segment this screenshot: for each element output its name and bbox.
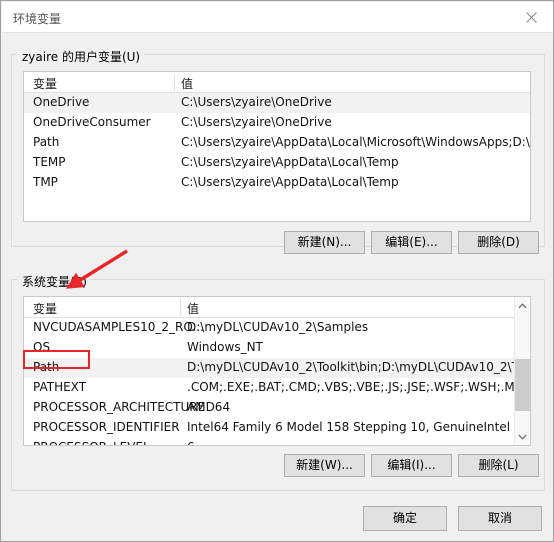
environment-variables-dialog: 环境变量 zyaire 的用户变量(U) 变量 值 OneDrive C:\Us… [0,0,554,542]
table-row[interactable]: TMP C:\Users\zyaire\AppData\Local\Temp [24,173,530,193]
window-title: 环境变量 [13,12,62,26]
title-divider [2,32,553,33]
system-var-value: AMD64 [187,400,231,414]
table-row[interactable]: Path C:\Users\zyaire\AppData\Local\Micro… [24,133,530,153]
table-row[interactable]: PATHEXT .COM;.EXE;.BAT;.CMD;.VBS;.VBE;.J… [24,378,514,398]
user-variables-list[interactable]: 变量 值 OneDrive C:\Users\zyaire\OneDrive O… [23,71,531,222]
user-var-value: C:\Users\zyaire\AppData\Local\Temp [181,155,399,169]
user-var-name: OneDrive [33,95,90,109]
user-var-value: C:\Users\zyaire\OneDrive [181,115,332,129]
user-var-value: C:\Users\zyaire\OneDrive [181,95,332,109]
new-system-variable-button[interactable]: 新建(W)... [284,454,365,477]
close-icon [525,11,537,23]
table-row[interactable]: OneDriveConsumer C:\Users\zyaire\OneDriv… [24,113,530,133]
system-var-name: PROCESSOR_ARCHITECTURE [33,400,206,414]
scroll-down-button[interactable] [515,428,530,445]
user-col-divider[interactable] [174,74,175,91]
user-list-rows: OneDrive C:\Users\zyaire\OneDrive OneDri… [24,93,530,221]
table-row[interactable]: PROCESSOR_LEVEL 6 [24,438,514,445]
user-col-name[interactable]: 变量 [33,75,57,92]
system-col-name[interactable]: 变量 [33,300,57,317]
edit-system-variable-button[interactable]: 编辑(I)... [371,454,452,477]
system-var-name: PATHEXT [33,380,87,394]
user-variables-label: zyaire 的用户变量(U) [18,48,145,65]
system-list-rows: NVCUDASAMPLES10_2_RO... D:\myDL\CUDAv10_… [24,318,514,445]
table-row[interactable]: OneDrive C:\Users\zyaire\OneDrive [24,93,530,113]
table-row[interactable]: TEMP C:\Users\zyaire\AppData\Local\Temp [24,153,530,173]
user-var-value: C:\Users\zyaire\AppData\Local\Temp [181,175,399,189]
system-variables-label: 系统变量(S) [18,273,91,290]
system-var-value: Intel64 Family 6 Model 158 Stepping 10, … [187,420,511,434]
cancel-button[interactable]: 取消 [458,506,542,531]
system-list-header: 变量 值 [24,297,514,318]
ok-button[interactable]: 确定 [363,506,447,531]
user-var-name: OneDriveConsumer [33,115,151,129]
system-var-value: .COM;.EXE;.BAT;.CMD;.VBS;.VBE;.JS;.JSE;.… [187,380,514,394]
title-bar: 环境变量 [2,2,553,32]
system-col-value[interactable]: 值 [187,300,199,317]
system-var-name: OS [33,340,51,354]
system-var-name: PROCESSOR_LEVEL [33,440,150,445]
user-var-name: TEMP [33,155,66,169]
user-list-header: 变量 值 [24,72,530,93]
table-row[interactable]: Path D:\myDL\CUDAv10_2\Toolkit\bin;D:\my… [24,358,514,378]
chevron-up-icon [518,302,527,308]
user-var-name: Path [33,135,60,149]
user-var-value: C:\Users\zyaire\AppData\Local\Microsoft\… [181,135,530,149]
system-list-scrollbar[interactable] [514,297,530,445]
system-var-name: NVCUDASAMPLES10_2_RO... [33,320,204,334]
delete-system-variable-button[interactable]: 删除(L) [458,454,539,477]
chevron-down-icon [518,434,527,440]
table-row[interactable]: OS Windows_NT [24,338,514,358]
table-row[interactable]: NVCUDASAMPLES10_2_RO... D:\myDL\CUDAv10_… [24,318,514,338]
system-var-name: PROCESSOR_IDENTIFIER [33,420,180,434]
delete-user-variable-button[interactable]: 删除(D) [458,231,539,254]
system-variables-list[interactable]: 变量 值 NVCUDASAMPLES10_2_RO... D:\myDL\CUD… [23,296,531,446]
user-var-name: TMP [33,175,58,189]
new-user-variable-button[interactable]: 新建(N)... [284,231,365,254]
table-row[interactable]: PROCESSOR_ARCHITECTURE AMD64 [24,398,514,418]
system-var-value: D:\myDL\CUDAv10_2\Toolkit\bin;D:\myDL\CU… [187,360,514,374]
table-row[interactable]: PROCESSOR_IDENTIFIER Intel64 Family 6 Mo… [24,418,514,438]
system-col-divider[interactable] [180,299,181,316]
system-var-name: Path [33,360,60,374]
close-button[interactable] [508,2,553,32]
system-var-value: 6 [187,440,195,445]
scrollbar-thumb[interactable] [515,359,530,411]
edit-user-variable-button[interactable]: 编辑(E)... [371,231,452,254]
scroll-up-button[interactable] [515,297,530,314]
system-var-value: D:\myDL\CUDAv10_2\Samples [187,320,369,334]
system-var-value: Windows_NT [187,340,263,354]
user-col-value[interactable]: 值 [181,75,193,92]
